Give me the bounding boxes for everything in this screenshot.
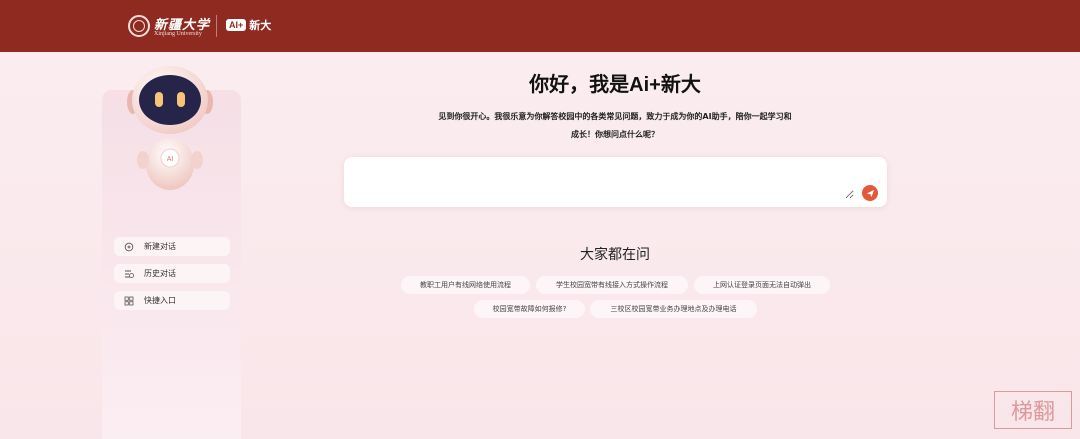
watermark-stamp: 梯翻 [994, 391, 1072, 429]
robot-badge-text: AI [167, 156, 174, 163]
question-chip[interactable]: 上网认证登录页面无法自动弹出 [694, 276, 830, 294]
ai-brand: AI+ 新大 [226, 17, 271, 33]
send-icon [866, 189, 874, 197]
sidebar-item-label: 历史对话 [144, 269, 176, 278]
university-seal-icon [128, 15, 150, 37]
grid-icon [124, 296, 134, 305]
intro-line-2: 成长！你想问点什么呢？ [571, 130, 659, 139]
logo-divider [216, 15, 217, 37]
ai-label: 新大 [249, 19, 272, 32]
ai-mark: AI+ [226, 19, 247, 31]
question-chip[interactable]: 三校区校园宽带业务办理地点及办理电话 [590, 300, 757, 318]
sidebar-item-history[interactable]: 历史对话 [114, 264, 230, 283]
university-name-en: Xinjiang University [154, 31, 202, 37]
chat-input[interactable] [354, 165, 854, 199]
question-chip[interactable]: 校园宽带故障如何报修? [474, 300, 585, 318]
sidebar-item-shortcuts[interactable]: 快捷入口 [114, 291, 230, 310]
chat-input-box [344, 157, 887, 207]
intro-text: 见到你很开心。我很乐意为你解答校园中的各类常见问题，致力于成为你的AI助手，陪你… [420, 108, 810, 144]
page-title: 你好，我是Ai+新大 [529, 74, 701, 96]
question-chip[interactable]: 教职工用户有线网络使用流程 [401, 276, 530, 294]
sidebar-item-label: 快捷入口 [144, 296, 176, 305]
question-chip[interactable]: 学生校园宽带有线接入方式操作流程 [536, 276, 688, 294]
send-button[interactable] [862, 185, 878, 201]
popular-questions-title: 大家都在问 [580, 247, 650, 263]
history-icon [125, 270, 134, 278]
intro-line-1: 见到你很开心。我很乐意为你解答校园中的各类常见问题，致力于成为你的AI助手，陪你… [438, 112, 792, 121]
top-header: 新疆大学 Xinjiang University AI+ 新大 [0, 0, 1080, 52]
